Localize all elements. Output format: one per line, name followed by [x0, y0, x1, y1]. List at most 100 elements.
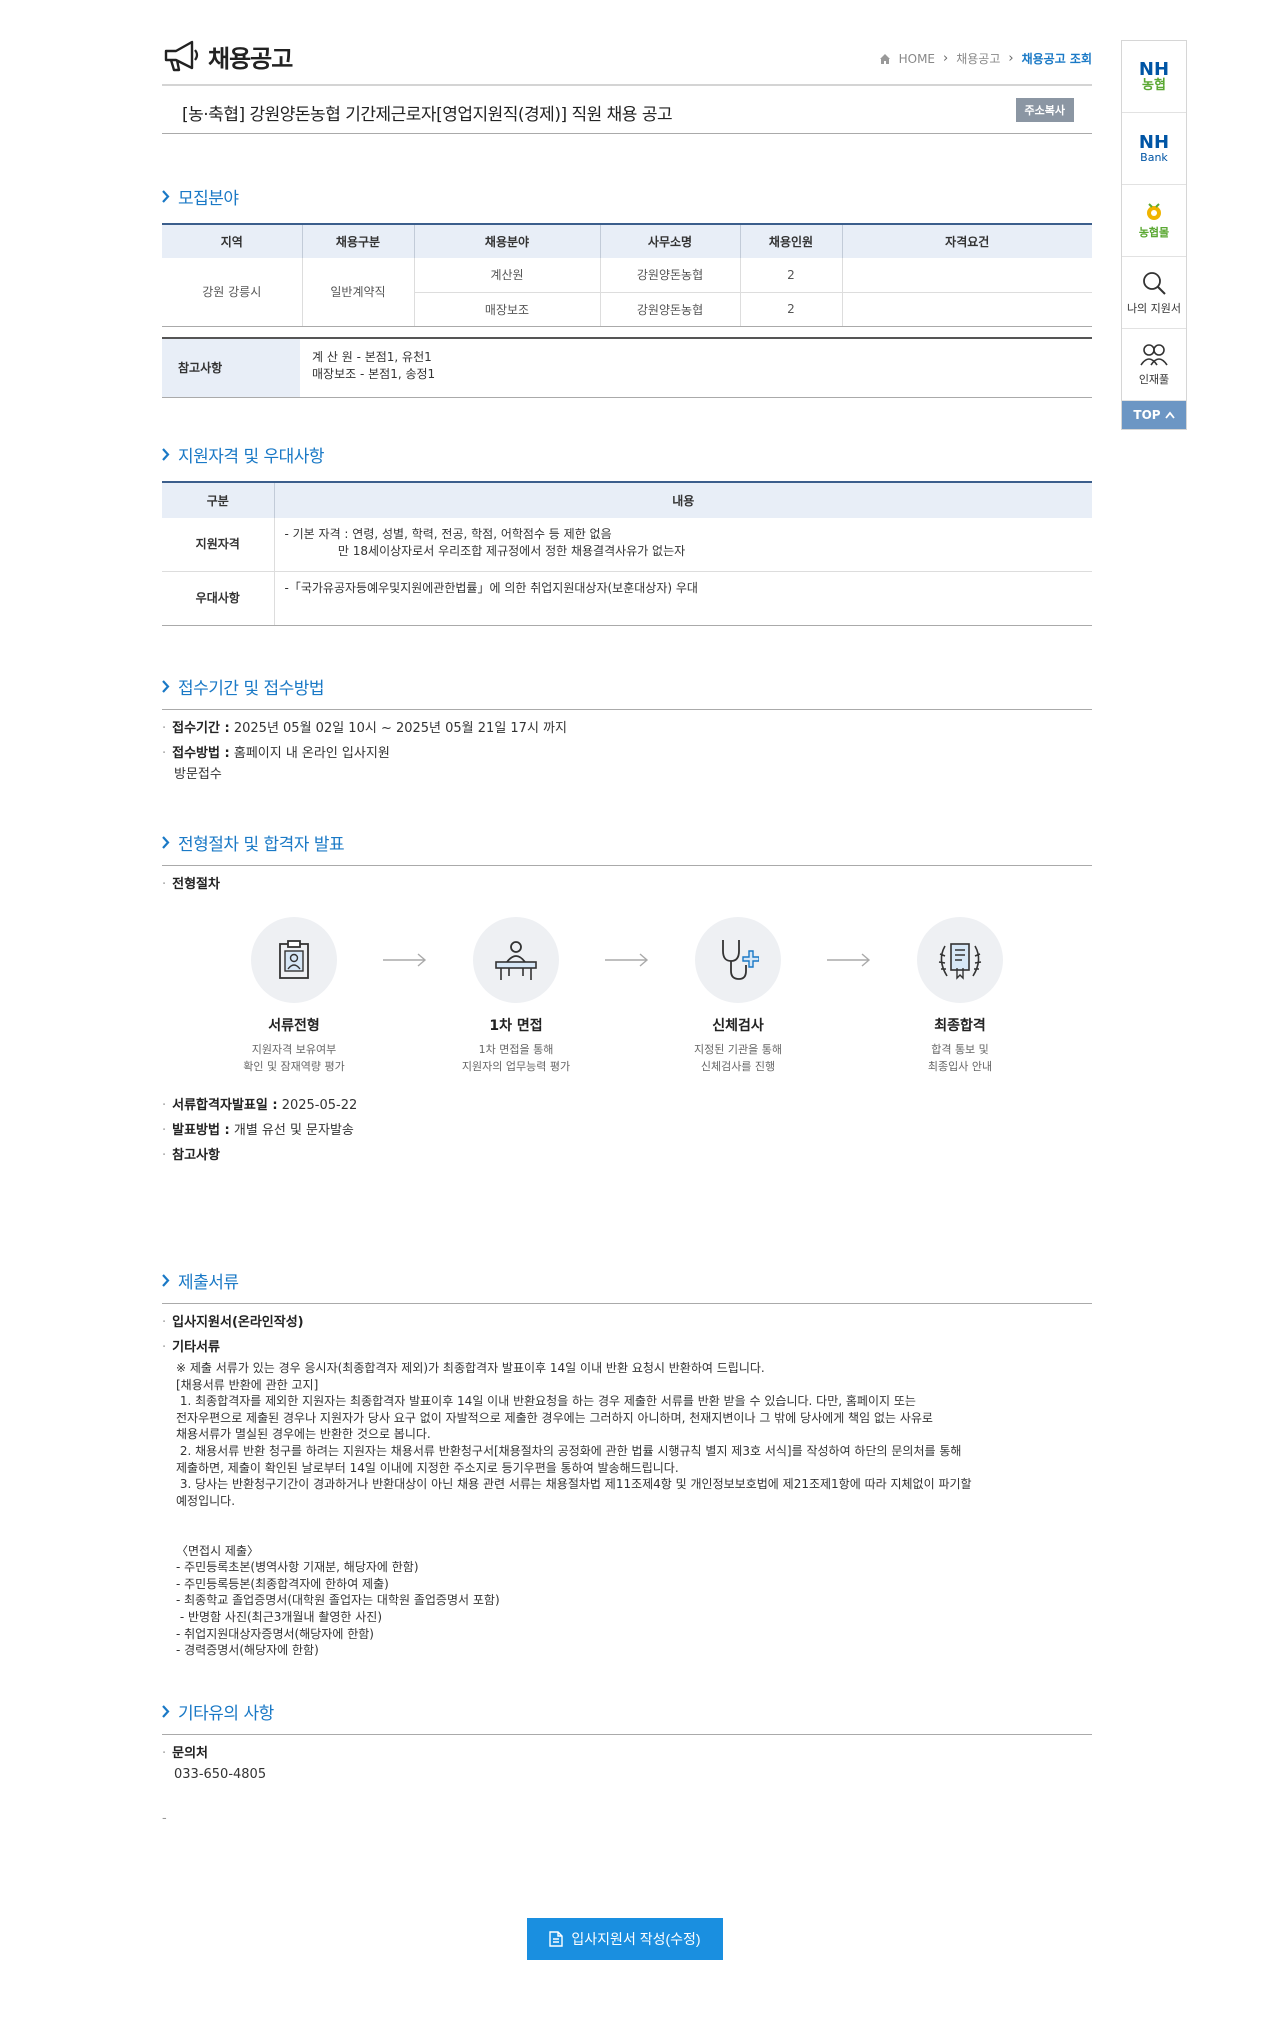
trailing-dash: -	[162, 1810, 167, 1826]
list-item: · 참고사항	[162, 1148, 220, 1163]
page-title: 채용공고	[162, 38, 293, 74]
col-type: 채용구분	[301, 223, 414, 258]
period-section: 접수기간 및 접수방법 · 접수기간 : 2025년 05월 02일 10시 ~ …	[162, 674, 1092, 784]
list-item: · 서류합격자발표일 : 2025-05-22	[162, 1098, 358, 1113]
cell-count: 2	[739, 292, 842, 327]
list-item: 방문접수	[174, 767, 222, 782]
quick-menu: NH 농협 NH Bank 농협몰 나의 지원서 인재풀 TOP	[1121, 40, 1187, 430]
breadcrumb: HOME › 채용공고 › 채용공고 조회	[879, 50, 1092, 67]
chevron-up-icon	[1164, 411, 1175, 419]
col-requirement: 자격요건	[841, 223, 1092, 258]
list-item: · 입사지원서(온라인작성)	[162, 1315, 304, 1330]
write-application-button[interactable]: 입사지원서 작성(수정)	[527, 1918, 723, 1960]
post-title: [농·축협] 강원양돈농협 기간제근로자[영업지원직(경제)] 직원 채용 공고	[182, 105, 673, 125]
quick-talent-pool[interactable]: 인재풀	[1122, 329, 1186, 401]
col-office: 사무소명	[599, 223, 740, 258]
arrow-right-icon	[601, 917, 653, 1003]
table-row: 강원 강릉시 일반계약직 계산원 강원양돈농협 2	[162, 258, 1092, 327]
cell-requirement	[841, 258, 1092, 293]
chevron-right-icon: ›	[943, 51, 949, 66]
list-item: · 접수기간 : 2025년 05월 02일 10시 ~ 2025년 05월 21…	[162, 721, 567, 736]
cell-office: 강원양돈농협	[599, 258, 740, 293]
copy-address-button[interactable]: 주소복사	[1015, 98, 1074, 122]
breadcrumb-recruit[interactable]: 채용공고	[956, 50, 1000, 67]
quick-nh-mall[interactable]: 농협몰	[1122, 185, 1186, 257]
list-item: · 접수방법 : 홈페이지 내 온라인 입사지원	[162, 746, 390, 761]
main-content: 채용공고 HOME › 채용공고 › 채용공고 조회 [농·축협] 강원양돈농협…	[162, 38, 1092, 1831]
document-icon	[279, 940, 309, 979]
breadcrumb-current[interactable]: 채용공고 조회	[1022, 50, 1092, 67]
divider	[162, 1733, 1092, 1735]
col-content: 내용	[274, 480, 1092, 518]
cell-type: 일반계약직	[301, 258, 414, 327]
recruit-section: 모집분야 지역 채용구분 채용분야 사무소명 채용인원 자격요건 강원 강릉시 …	[162, 184, 1092, 398]
col-type: 구분	[162, 480, 275, 518]
process-section: 전형절차 및 합격자 발표 · 전형절차 서류전형 지원자격 보유여부 확인 및 잠…	[162, 830, 1092, 1168]
cell-office: 강원양돈농협	[599, 292, 740, 327]
table-header-row: 구분 내용	[162, 480, 1092, 518]
chevron-right-icon	[162, 680, 170, 693]
arrow-right-icon	[379, 917, 431, 1003]
mall-logo-icon	[1147, 202, 1161, 220]
note-value: 계 산 원 - 본점1, 유천1 매장보조 - 본점1, 송정1	[312, 349, 436, 381]
row-label: 지원자격	[162, 517, 275, 572]
section-heading: 접수기간 및 접수방법	[162, 674, 1092, 699]
step-document: 서류전형 지원자격 보유여부 확인 및 잠재역량 평가	[229, 917, 359, 1075]
list-item: · 발표방법 : 개별 유선 및 문자발송	[162, 1123, 354, 1138]
col-region: 지역	[162, 223, 302, 258]
page-title-text: 채용공고	[208, 44, 293, 73]
period-list: · 접수기간 : 2025년 05월 02일 10시 ~ 2025년 05월 21…	[162, 716, 1092, 784]
stethoscope-icon	[722, 940, 759, 980]
section-heading: 기타유의 사항	[162, 1699, 1092, 1724]
home-icon[interactable]	[879, 53, 891, 65]
cell-field: 계산원	[413, 258, 600, 293]
section-heading: 지원자격 및 우대사항	[162, 442, 1092, 467]
documents-section: 제출서류 · 입사지원서(온라인작성) · 기타서류 ※ 제출 서류가 있는 경우 …	[162, 1268, 1092, 1659]
row-content: -「국가유공자등예우및지원에관한법률」에 의한 취업지원대상자(보훈대상자) 우…	[274, 571, 1092, 626]
table-header-row: 지역 채용구분 채용분야 사무소명 채용인원 자격요건	[162, 223, 1092, 258]
scroll-top-button[interactable]: TOP	[1122, 401, 1186, 429]
laurel-certificate-icon	[938, 943, 982, 980]
breadcrumb-home[interactable]: HOME	[899, 52, 935, 66]
list-item: · 전형절차	[162, 877, 220, 892]
section-heading: 전형절차 및 합격자 발표	[162, 830, 1092, 855]
row-label: 우대사항	[162, 571, 275, 626]
col-field: 채용분야	[413, 223, 600, 258]
divider	[162, 1303, 1092, 1304]
chevron-right-icon	[162, 1274, 170, 1287]
table-row: 우대사항 -「국가유공자등예우및지원에관한법률」에 의한 취업지원대상자(보훈대…	[162, 571, 1092, 626]
announce-list: · 서류합격자발표일 : 2025-05-22 · 발표방법 : 개별 유선 및 문…	[162, 1093, 1092, 1168]
row-content: - 기본 자격 : 연령, 성별, 학력, 전공, 학점, 어학점수 등 제한 …	[274, 517, 1092, 572]
search-icon	[1143, 271, 1166, 295]
cell-requirement	[841, 292, 1092, 327]
step-medical: 신체검사 지정된 기관을 통해 신체검사를 진행	[673, 917, 803, 1075]
section-heading: 모집분야	[162, 184, 1092, 209]
arrow-right-icon	[823, 917, 875, 1003]
quick-nh-bank[interactable]: NH Bank	[1122, 113, 1186, 185]
chevron-right-icon	[162, 1704, 170, 1718]
quick-nh-nonghyup[interactable]: NH 농협	[1122, 41, 1186, 113]
megaphone-icon	[164, 40, 199, 72]
section-heading: 제출서류	[162, 1268, 1092, 1293]
step-final: 최종합격 합격 통보 및 최종입사 안내	[895, 917, 1025, 1075]
people-icon	[1140, 343, 1168, 365]
etc-section: 기타유의 사항 · 문의처 033-650-4805 -	[162, 1699, 1092, 1831]
quick-my-application[interactable]: 나의 지원서	[1122, 257, 1186, 329]
page-header: 채용공고 HOME › 채용공고 › 채용공고 조회	[162, 38, 1092, 86]
chevron-right-icon	[162, 836, 170, 849]
contact-value: 033-650-4805	[174, 1766, 267, 1782]
cell-field: 매장보조	[413, 292, 600, 327]
chevron-right-icon: ›	[1008, 51, 1014, 66]
post-title-row: [농·축협] 강원양돈농협 기간제근로자[영업지원직(경제)] 직원 채용 공고…	[162, 86, 1092, 134]
chevron-right-icon	[162, 190, 170, 203]
qualification-table: 구분 내용 지원자격 - 기본 자격 : 연령, 성별, 학력, 전공, 학점,…	[162, 480, 1092, 626]
divider	[162, 709, 1092, 710]
list-item: · 문의처	[162, 1745, 209, 1761]
documents-text: ※ 제출 서류가 있는 경우 응시자(최종합격자 제외)가 최종합격자 발표이후…	[176, 1361, 972, 1658]
process-steps: 서류전형 지원자격 보유여부 확인 및 잠재역량 평가 1차 면접 1차 면접을 …	[162, 917, 1092, 1075]
recruit-table: 지역 채용구분 채용분야 사무소명 채용인원 자격요건 강원 강릉시 일반계약직…	[162, 223, 1092, 327]
recruit-note-table: 참고사항 계 산 원 - 본점1, 유천1 매장보조 - 본점1, 송정1	[162, 336, 1092, 398]
chevron-right-icon	[162, 447, 170, 461]
list-item: · 기타서류	[162, 1340, 220, 1355]
step-interview: 1차 면접 1차 면접을 통해 지원자의 업무능력 평가	[451, 917, 581, 1075]
